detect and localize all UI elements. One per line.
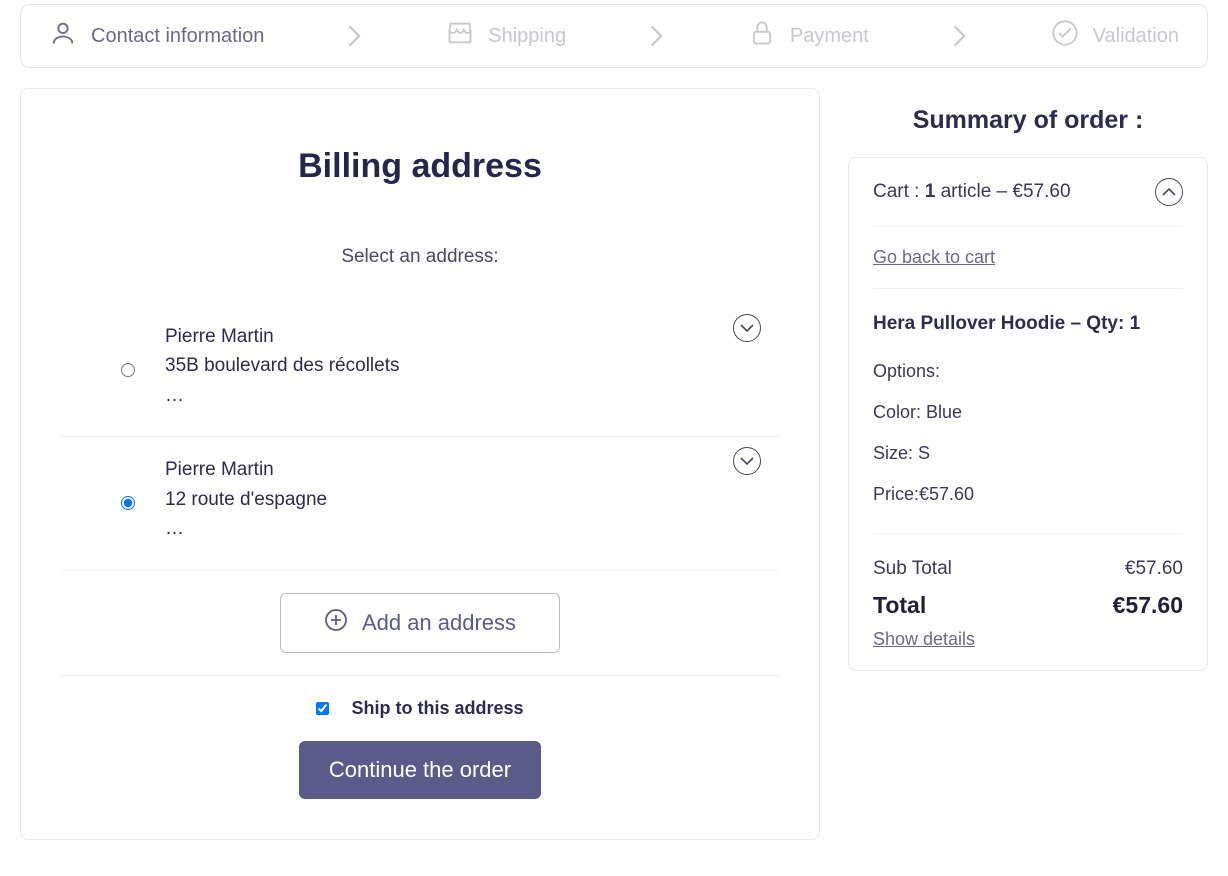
shop-icon [446,19,474,53]
order-summary: Summary of order : Cart : 1 article – €5… [848,106,1208,671]
summary-title: Summary of order : [848,106,1208,135]
ship-to-checkbox[interactable] [316,702,329,715]
user-icon [49,19,77,53]
progress-label: Validation [1093,25,1179,48]
progress-label: Payment [790,25,869,48]
address-radio[interactable] [121,363,135,377]
item-size: Size: S [873,433,1183,474]
ship-to-this-address[interactable]: Ship to this address [61,698,779,719]
item-options-label: Options: [873,351,1183,392]
total-row: Total €57.60 [873,586,1183,625]
lock-icon [748,19,776,53]
subtotal-row: Sub Total €57.60 [873,552,1183,586]
add-address-button[interactable]: Add an address [280,593,560,653]
expand-address-button[interactable] [733,314,761,342]
collapse-summary-button[interactable] [1155,178,1183,206]
progress-step-shipping[interactable]: Shipping [446,19,566,53]
billing-address-panel: Billing address Select an address: Pierr… [20,88,820,840]
chevron-right-icon [574,25,740,47]
divider [61,675,779,676]
check-circle-icon [1051,19,1079,53]
address-option[interactable]: Pierre Martin 35B boulevard des récollet… [61,304,779,437]
chevron-right-icon [877,25,1043,47]
address-list: Pierre Martin 35B boulevard des récollet… [61,304,779,571]
select-address-label: Select an address: [61,246,779,268]
progress-step-payment[interactable]: Payment [748,19,869,53]
go-back-to-cart-link[interactable]: Go back to cart [873,227,1183,289]
address-text: Pierre Martin 12 route d'espagne … [151,455,327,543]
progress-label: Contact information [91,25,264,48]
cart-item-name: Hera Pullover Hoodie – Qty: 1 [873,289,1183,351]
continue-order-button[interactable]: Continue the order [299,741,541,799]
totals-section: Sub Total €57.60 Total €57.60 Show detai… [873,533,1183,650]
plus-circle-icon [324,608,348,638]
checkout-progress: Contact information Shipping Payment [20,4,1208,68]
cart-summary-row: Cart : 1 article – €57.60 [873,178,1183,227]
summary-box: Cart : 1 article – €57.60 Go back to car… [848,157,1208,671]
progress-step-contact[interactable]: Contact information [49,19,264,53]
address-text: Pierre Martin 35B boulevard des récollet… [151,322,399,410]
cart-summary-text: Cart : 1 article – €57.60 [873,181,1071,203]
billing-title: Billing address [61,147,779,186]
expand-address-button[interactable] [733,447,761,475]
address-option[interactable]: Pierre Martin 12 route d'espagne … [61,437,779,570]
item-color: Color: Blue [873,392,1183,433]
chevron-right-icon [272,25,438,47]
progress-label: Shipping [488,25,566,48]
progress-step-validation[interactable]: Validation [1051,19,1179,53]
item-price: Price:€57.60 [873,474,1183,515]
show-details-link[interactable]: Show details [873,625,1183,650]
address-radio[interactable] [121,496,135,510]
